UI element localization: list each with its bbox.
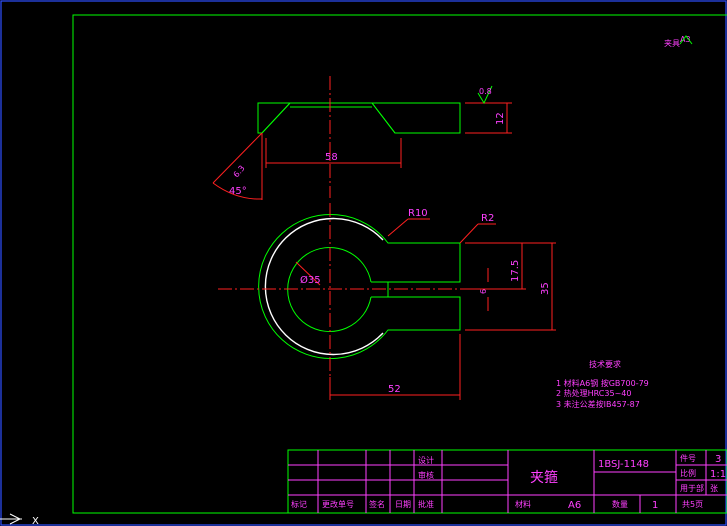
tb-sheet-info: 共5页 — [682, 500, 703, 509]
tb-role-review: 审核 — [418, 470, 434, 480]
dim-12-text: 12 — [495, 112, 506, 125]
ucs-icon: X — [0, 513, 39, 526]
tech-requirements: 技术要求 1 材料A6钢 按GB700-79 2 热处理HRC35~40 3 未… — [556, 359, 649, 409]
dim-35-text: 35 — [540, 282, 551, 295]
tb-role-approve: 批准 — [418, 499, 434, 509]
outer-border — [0, 0, 727, 526]
tb-header-change: 更改单号 — [322, 499, 354, 509]
plan-view-bore — [287, 247, 372, 332]
tb-drawing-number: 1BSJ-1148 — [598, 459, 649, 470]
inner-border — [72, 14, 727, 514]
plan-view-outer-profile — [258, 214, 461, 359]
tb-right-value-part: 3 — [715, 454, 721, 465]
roughness-chamfer-text: 6.3 — [232, 164, 247, 180]
tech-req-item-2: 2 热处理HRC35~40 — [556, 388, 631, 398]
tb-quantity-value: 1 — [652, 500, 658, 511]
tb-weight-label: 数量 — [612, 499, 628, 509]
side-view-chamfer-left — [257, 102, 291, 134]
tb-right-label-part: 件号 — [680, 453, 696, 463]
tb-right-label-scale: 比例 — [680, 468, 696, 478]
dim-r10-text: R10 — [408, 208, 428, 219]
plan-view-highlight-arc — [264, 217, 384, 356]
dim-bore-text: Ø35 — [300, 274, 321, 286]
tb-header-date: 日期 — [395, 500, 411, 509]
dim-17-5-text: 17.5 — [510, 260, 521, 282]
ucs-x-label: X — [32, 516, 39, 526]
cad-drawing-canvas[interactable]: 夹具 A3 58 12 0.8 45° 6.3 Ø35 R10 R2 17.5 … — [0, 0, 727, 526]
tb-header-sign: 签名 — [369, 499, 385, 509]
drawing-frame — [0, 0, 727, 526]
side-view: 58 12 0.8 45° 6.3 — [212, 76, 512, 200]
dim-58-text: 58 — [325, 152, 338, 163]
tb-right-value-scale: 1:1 — [710, 469, 726, 480]
tech-req-item-1: 1 材料A6钢 按GB700-79 — [556, 378, 649, 388]
plan-view: Ø35 R10 R2 17.5 35 6 52 — [218, 203, 556, 400]
tb-right-label-sheet: 张 — [710, 484, 718, 493]
angle-45-text: 45° — [229, 186, 247, 197]
tb-part-name: 夹箍 — [530, 469, 558, 486]
tb-role-design: 设计 — [418, 455, 434, 465]
title-block: 标记 更改单号 签名 日期 设计 审核 批准 夹箍 1BSJ-1148 材料 A… — [287, 449, 727, 514]
dim-r2-leader — [459, 223, 479, 244]
tb-right-label-usedin: 用于部 — [680, 483, 704, 493]
roughness-top-text: 0.8 — [479, 87, 492, 96]
side-view-chamfer-right — [371, 102, 460, 134]
tb-material-label: 材料 — [515, 499, 531, 509]
dim-6-text: 6 — [479, 289, 488, 294]
corner-label: 夹具 — [664, 38, 680, 48]
tb-material-value: A6 — [568, 500, 581, 511]
dim-52-text: 52 — [388, 384, 401, 395]
tech-req-title: 技术要求 — [589, 359, 621, 369]
tech-req-item-3: 3 未注公差按IB457-87 — [556, 399, 640, 409]
tb-header-mark: 标记 — [291, 499, 307, 509]
dim-r2-text: R2 — [481, 213, 494, 224]
dim-r10-leader — [387, 218, 409, 237]
